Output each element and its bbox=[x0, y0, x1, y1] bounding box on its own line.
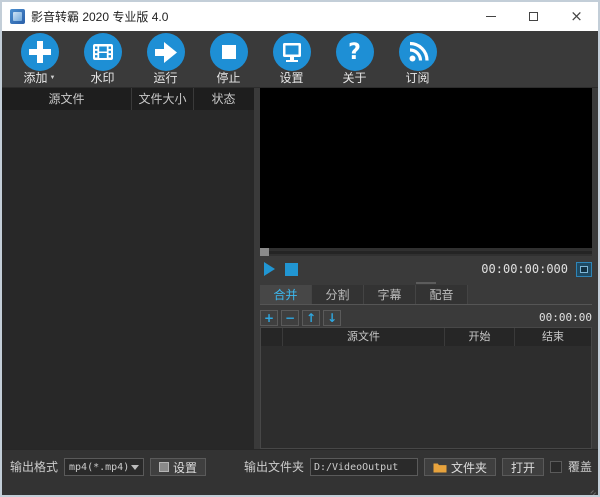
main-content: 源文件 文件大小 状态 00:00:00:000 合并 分割 字幕 配音 + −… bbox=[2, 88, 598, 449]
file-list-header: 源文件 文件大小 状态 bbox=[2, 88, 254, 110]
clip-table-header: 源文件 开始 结束 bbox=[261, 328, 591, 346]
open-button-label: 打开 bbox=[510, 460, 535, 475]
seek-track bbox=[260, 251, 592, 254]
titlebar: 影音转霸 2020 专业版 4.0 × bbox=[2, 2, 598, 31]
open-button[interactable]: 打开 bbox=[501, 458, 544, 476]
clip-add-button[interactable]: + bbox=[260, 309, 278, 326]
column-end[interactable]: 结束 bbox=[515, 328, 591, 346]
subscribe-label: 订阅 bbox=[405, 71, 430, 85]
subscribe-button[interactable]: 订阅 bbox=[386, 31, 449, 87]
player-panel: 00:00:00:000 合并 分割 字幕 配音 + − ↑ ↓ 00:00:0… bbox=[260, 88, 598, 449]
add-button[interactable]: 添加 ▼ bbox=[8, 31, 71, 87]
minimize-button[interactable] bbox=[469, 2, 512, 31]
folder-button[interactable]: 文件夹 bbox=[423, 458, 496, 476]
seek-bar[interactable] bbox=[260, 248, 592, 256]
maximize-icon bbox=[529, 12, 538, 21]
rss-icon bbox=[398, 33, 437, 71]
close-icon: × bbox=[570, 7, 583, 25]
question-icon: ? bbox=[335, 33, 374, 71]
resize-grip[interactable] bbox=[586, 483, 596, 495]
clip-table: 源文件 开始 结束 bbox=[260, 327, 592, 449]
playback-time: 00:00:00:000 bbox=[481, 262, 568, 276]
column-source-file[interactable]: 源文件 bbox=[2, 88, 132, 110]
stop-icon bbox=[209, 33, 248, 71]
seek-handle[interactable] bbox=[260, 248, 269, 256]
minus-small-icon: − bbox=[284, 310, 296, 325]
file-list-panel: 源文件 文件大小 状态 bbox=[2, 88, 254, 449]
clip-toolbar: + − ↑ ↓ 00:00:00 bbox=[260, 305, 592, 327]
settings-button[interactable]: 设置 bbox=[260, 31, 323, 87]
output-folder-input[interactable] bbox=[309, 458, 418, 476]
snapshot-button[interactable] bbox=[576, 261, 592, 277]
arrow-down-icon: ↓ bbox=[326, 310, 338, 325]
file-list-body[interactable] bbox=[2, 110, 254, 449]
plus-icon bbox=[20, 33, 59, 71]
tab-merge[interactable]: 合并 bbox=[260, 285, 312, 304]
run-button[interactable]: 运行 bbox=[134, 31, 197, 87]
maximize-button[interactable] bbox=[512, 2, 555, 31]
column-index bbox=[261, 328, 283, 346]
about-label: 关于 bbox=[342, 71, 367, 85]
overwrite-checkbox[interactable] bbox=[549, 461, 562, 473]
clip-remove-button[interactable]: − bbox=[281, 309, 299, 326]
main-toolbar: 添加 ▼ 水印 运行 停止 设置 ? 关于 订阅 bbox=[2, 31, 598, 88]
plus-small-icon: + bbox=[263, 310, 275, 325]
run-label: 运行 bbox=[153, 71, 178, 85]
play-button[interactable] bbox=[260, 261, 278, 278]
tab-dubbing[interactable]: 配音 bbox=[416, 285, 468, 304]
folder-icon bbox=[433, 463, 447, 472]
monitor-icon bbox=[272, 33, 311, 71]
stop-button[interactable]: 停止 bbox=[197, 31, 260, 87]
format-value: mp4(*.mp4) bbox=[69, 461, 130, 473]
close-button[interactable]: × bbox=[555, 2, 598, 31]
stop-square-icon bbox=[284, 262, 298, 276]
watermark-button[interactable]: 水印 bbox=[71, 31, 134, 87]
clip-tabs: 合并 分割 字幕 配音 bbox=[260, 285, 592, 305]
column-start[interactable]: 开始 bbox=[445, 328, 515, 346]
minimize-icon bbox=[485, 16, 496, 17]
column-file-size[interactable]: 文件大小 bbox=[132, 88, 194, 110]
chevron-down-icon: ▼ bbox=[49, 75, 56, 81]
overwrite-label: 覆盖 bbox=[567, 460, 592, 474]
snapshot-icon bbox=[580, 265, 588, 273]
stop-playback-button[interactable] bbox=[282, 261, 300, 278]
app-logo-icon bbox=[10, 9, 25, 24]
app-window: 影音转霸 2020 专业版 4.0 × 添加 ▼ 水印 运行 停止 设置 ? 关… bbox=[0, 0, 600, 497]
add-label: 添加 bbox=[23, 71, 48, 85]
film-icon bbox=[83, 33, 122, 71]
bottom-bar: 输出格式 mp4(*.mp4) 设置 输出文件夹 文件夹 打开 覆盖 bbox=[2, 449, 598, 495]
format-select[interactable]: mp4(*.mp4) bbox=[64, 458, 145, 476]
video-preview[interactable] bbox=[260, 88, 592, 248]
output-format-label: 输出格式 bbox=[10, 460, 59, 474]
column-clip-source[interactable]: 源文件 bbox=[283, 328, 445, 346]
watermark-label: 水印 bbox=[90, 71, 115, 85]
arrow-up-icon: ↑ bbox=[305, 310, 317, 325]
clip-move-down-button[interactable]: ↓ bbox=[323, 309, 341, 326]
clip-move-up-button[interactable]: ↑ bbox=[302, 309, 320, 326]
settings-square-icon bbox=[159, 462, 170, 472]
stop-label: 停止 bbox=[216, 71, 241, 85]
chevron-down-icon bbox=[131, 464, 140, 470]
format-settings-label: 设置 bbox=[173, 460, 198, 475]
player-controls: 00:00:00:000 bbox=[260, 256, 592, 280]
total-duration: 00:00:00 bbox=[539, 311, 592, 324]
tab-subtitle[interactable]: 字幕 bbox=[364, 285, 416, 304]
output-folder-label: 输出文件夹 bbox=[243, 460, 304, 474]
tab-split[interactable]: 分割 bbox=[312, 285, 364, 304]
column-status[interactable]: 状态 bbox=[194, 88, 253, 110]
format-settings-button[interactable]: 设置 bbox=[150, 458, 207, 476]
play-icon bbox=[263, 262, 275, 276]
arrow-right-icon bbox=[146, 33, 185, 71]
panel-splitter-grip[interactable] bbox=[416, 281, 436, 284]
folder-button-label: 文件夹 bbox=[450, 460, 487, 475]
window-controls: × bbox=[469, 2, 598, 31]
clip-table-body[interactable] bbox=[261, 346, 591, 448]
settings-label: 设置 bbox=[279, 71, 304, 85]
about-button[interactable]: ? 关于 bbox=[323, 31, 386, 87]
window-title: 影音转霸 2020 专业版 4.0 bbox=[31, 10, 169, 24]
